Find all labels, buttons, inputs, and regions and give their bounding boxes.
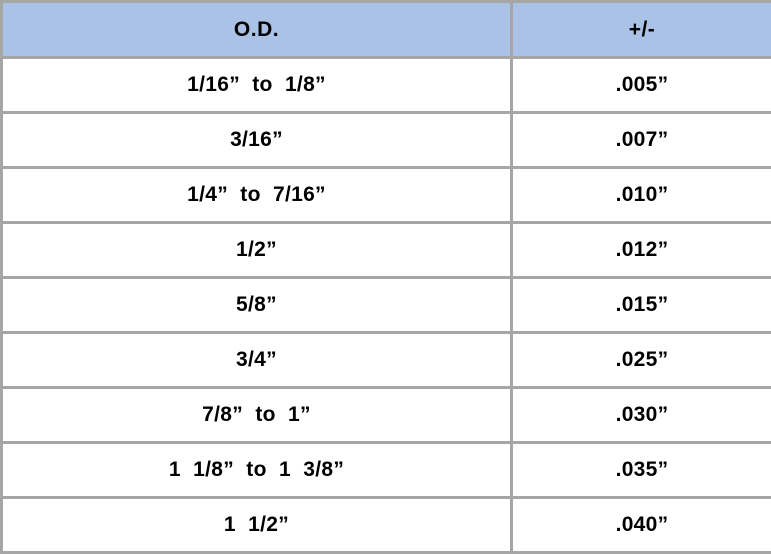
table-row: 3/16” .007” bbox=[2, 113, 771, 168]
column-header-od: O.D. bbox=[2, 2, 512, 58]
cell-tolerance: .015” bbox=[512, 278, 771, 333]
cell-tolerance: .005” bbox=[512, 58, 771, 113]
table-header: O.D. +/- bbox=[2, 2, 771, 58]
table-header-row: O.D. +/- bbox=[2, 2, 771, 58]
table-row: 1/16” to 1/8” .005” bbox=[2, 58, 771, 113]
table-row: 1 1/2” .040” bbox=[2, 498, 771, 553]
cell-od: 3/4” bbox=[2, 333, 512, 388]
cell-tolerance: .040” bbox=[512, 498, 771, 553]
cell-od: 1/16” to 1/8” bbox=[2, 58, 512, 113]
table-row: 7/8” to 1” .030” bbox=[2, 388, 771, 443]
cell-od: 1 1/2” bbox=[2, 498, 512, 553]
cell-od: 7/8” to 1” bbox=[2, 388, 512, 443]
cell-tolerance: .025” bbox=[512, 333, 771, 388]
cell-tolerance: .010” bbox=[512, 168, 771, 223]
cell-tolerance: .035” bbox=[512, 443, 771, 498]
cell-od: 1 1/8” to 1 3/8” bbox=[2, 443, 512, 498]
cell-tolerance: .007” bbox=[512, 113, 771, 168]
cell-tolerance: .030” bbox=[512, 388, 771, 443]
spec-table-container: O.D. +/- 1/16” to 1/8” .005” 3/16” .007”… bbox=[0, 0, 771, 523]
cell-od: 5/8” bbox=[2, 278, 512, 333]
cell-tolerance: .012” bbox=[512, 223, 771, 278]
cell-od: 3/16” bbox=[2, 113, 512, 168]
column-header-tolerance: +/- bbox=[512, 2, 771, 58]
table-row: 1/4” to 7/16” .010” bbox=[2, 168, 771, 223]
table-row: 5/8” .015” bbox=[2, 278, 771, 333]
cell-od: 1/2” bbox=[2, 223, 512, 278]
outside-diameter-tolerance-table: O.D. +/- 1/16” to 1/8” .005” 3/16” .007”… bbox=[0, 0, 771, 554]
cell-od: 1/4” to 7/16” bbox=[2, 168, 512, 223]
table-row: 1 1/8” to 1 3/8” .035” bbox=[2, 443, 771, 498]
table-body: 1/16” to 1/8” .005” 3/16” .007” 1/4” to … bbox=[2, 58, 771, 553]
table-row: 1/2” .012” bbox=[2, 223, 771, 278]
table-row: 3/4” .025” bbox=[2, 333, 771, 388]
